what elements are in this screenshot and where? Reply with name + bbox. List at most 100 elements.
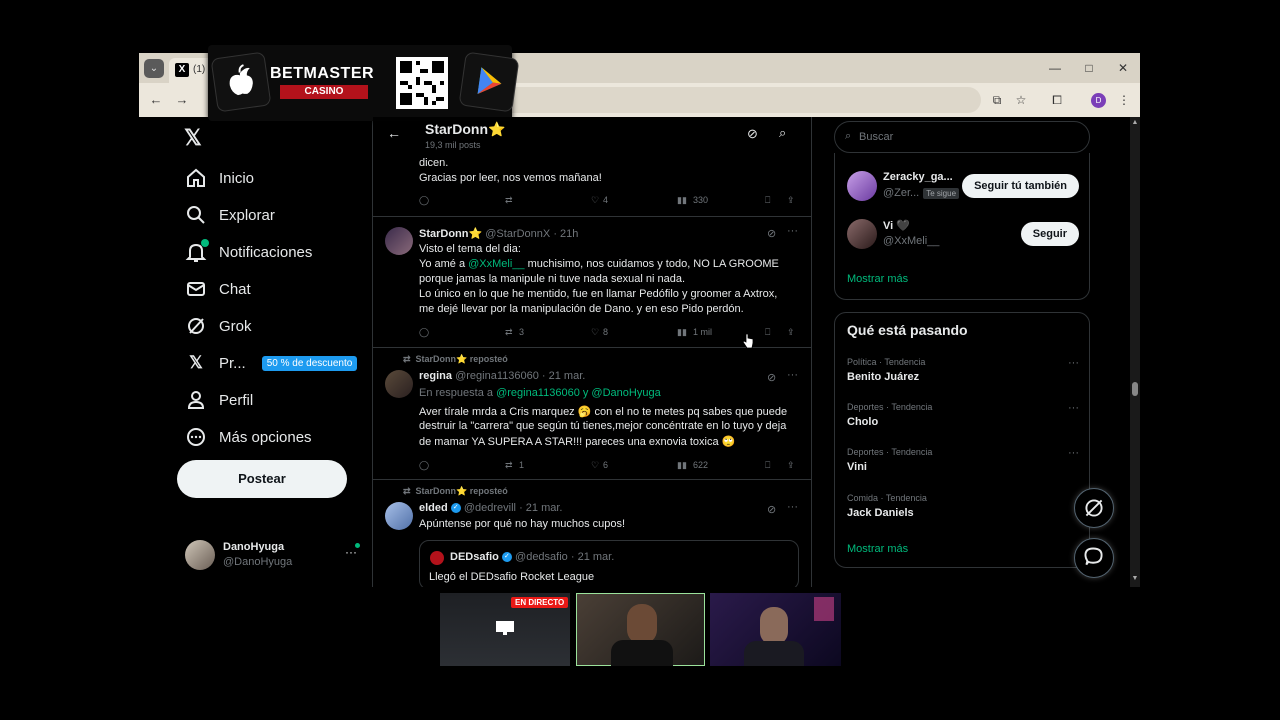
post-button[interactable]: Postear <box>177 460 347 498</box>
quoted-tweet[interactable]: DEDsafio ✓ @dedsafio · 21 mar. Llegó el … <box>419 540 799 587</box>
like-icon[interactable]: ♡ <box>591 460 599 471</box>
share-icon[interactable]: ⇪ <box>787 460 795 471</box>
stream-thumbnail[interactable]: EN DIRECTO <box>440 593 570 666</box>
mention-link[interactable]: @XxMeli__ <box>468 258 524 270</box>
avatar[interactable] <box>385 227 413 255</box>
scrollbar-thumb[interactable] <box>1132 382 1138 396</box>
trend-item[interactable]: Deportes · Tendencia Cholo ··· <box>847 402 1079 436</box>
repost-label: StarDonn⭐ reposteó <box>415 486 508 496</box>
share-icon[interactable]: ⇪ <box>787 195 795 206</box>
more-dots-icon[interactable]: ··· <box>787 369 798 381</box>
maximize-button[interactable]: □ <box>1079 59 1099 77</box>
retweet-icon[interactable]: ⇄ <box>505 460 513 471</box>
more-dots-icon[interactable]: ··· <box>1068 447 1079 459</box>
search-icon[interactable]: ⌕ <box>779 125 786 141</box>
scroll-up-icon[interactable]: ▲ <box>1131 119 1139 126</box>
author-handle[interactable]: @dedrevill <box>464 502 516 514</box>
timestamp[interactable]: · 21h <box>553 228 578 240</box>
reply-icon[interactable]: ◯ <box>419 327 429 338</box>
author-handle[interactable]: @StarDonnX <box>485 228 550 240</box>
grok-icon[interactable]: ⊘ <box>747 126 758 142</box>
tweet[interactable]: ⇄ StarDonn⭐ reposteó regina @regina11360… <box>373 348 811 480</box>
more-dots-icon[interactable]: ··· <box>1068 402 1079 414</box>
author-handle[interactable]: @regina1136060 <box>455 370 539 382</box>
show-more-link[interactable]: Mostrar más <box>847 273 908 285</box>
nav-item-premium[interactable]: 𝕏 Pr... 50 % de descuento <box>185 351 358 375</box>
trend-item[interactable]: Deportes · Tendencia Vini ··· <box>847 447 1079 481</box>
nav-item-chat[interactable]: Chat <box>185 277 251 301</box>
trend-category: Política · Tendencia <box>847 357 926 367</box>
mention-link[interactable]: @regina1136060 y @DanoHyuga <box>496 387 661 399</box>
tweet[interactable]: ⇄ StarDonn⭐ reposteó elded ✓ @dedrevill … <box>373 480 811 587</box>
avatar[interactable] <box>385 370 413 398</box>
nav-item-more[interactable]: Más opciones <box>185 425 312 449</box>
follow-suggestion[interactable]: Vi 🖤 @XxMeli__ Seguir <box>847 217 1079 251</box>
search-input[interactable]: ⌕ Buscar <box>834 121 1090 153</box>
streamer-body <box>611 640 673 666</box>
author-name[interactable]: StarDonn⭐ <box>419 228 482 240</box>
back-arrow-icon[interactable]: ← <box>387 125 401 141</box>
views-icon[interactable]: ▮▮ <box>677 327 687 338</box>
trend-item[interactable]: Política · Tendencia Benito Juárez ··· <box>847 357 1079 391</box>
suggestion-name[interactable]: Vi 🖤 <box>883 219 910 232</box>
close-button[interactable]: ✕ <box>1113 59 1133 77</box>
quote-author-handle: @dedsafio <box>515 551 568 563</box>
author-name[interactable]: regina <box>419 370 452 382</box>
more-dots-icon[interactable]: ··· <box>787 501 798 513</box>
bookmark-icon[interactable]: ⎕ <box>765 195 770 206</box>
timestamp[interactable]: · 21 mar. <box>519 502 562 514</box>
scrollbar[interactable]: ▲ ▼ <box>1130 117 1140 587</box>
show-more-link[interactable]: Mostrar más <box>847 543 908 555</box>
follow-suggestion[interactable]: Zeracky_ga... @Zer... Te sigue Seguir tú … <box>847 169 1079 203</box>
x-logo-icon[interactable]: 𝕏 <box>184 125 202 151</box>
profile-avatar[interactable]: D <box>1091 93 1106 108</box>
webcam-thumbnail[interactable] <box>710 593 841 666</box>
views-icon[interactable]: ▮▮ <box>677 460 687 471</box>
forward-arrow-icon[interactable]: → <box>173 92 191 108</box>
suggestion-name[interactable]: Zeracky_ga... <box>883 171 953 183</box>
tweet[interactable]: StarDonn⭐ @StarDonnX · 21h ⊘ ··· Visto e… <box>373 217 811 348</box>
grok-icon[interactable]: ⊘ <box>767 371 776 384</box>
bookmark-star-icon[interactable]: ☆ <box>1013 92 1029 108</box>
bookmark-icon[interactable]: ⎕ <box>765 460 770 471</box>
reply-icon[interactable]: ◯ <box>419 460 429 471</box>
avatar[interactable] <box>847 219 877 249</box>
share-icon[interactable]: ⇪ <box>787 327 795 338</box>
more-dots-icon[interactable]: ··· <box>1068 357 1079 369</box>
nav-item-grok[interactable]: Grok <box>185 314 252 338</box>
grok-floating-button[interactable] <box>1074 488 1114 528</box>
messages-floating-button[interactable] <box>1074 538 1114 578</box>
grok-icon[interactable]: ⊘ <box>767 227 776 240</box>
retweet-icon[interactable]: ⇄ <box>505 327 513 338</box>
avatar[interactable] <box>847 171 877 201</box>
more-dots-icon[interactable]: ··· <box>787 225 798 237</box>
like-icon[interactable]: ♡ <box>591 327 599 338</box>
account-switcher[interactable]: DanoHyuga @DanoHyuga ··· <box>185 539 365 571</box>
scroll-down-icon[interactable]: ▼ <box>1131 575 1139 582</box>
nav-item-home[interactable]: Inicio <box>185 166 254 190</box>
follow-button[interactable]: Seguir <box>1020 222 1079 246</box>
author-name[interactable]: elded <box>419 502 448 514</box>
like-icon[interactable]: ♡ <box>591 195 599 206</box>
webcam-thumbnail[interactable] <box>576 593 705 666</box>
nav-item-profile[interactable]: Perfil <box>185 388 253 412</box>
tweet[interactable]: dicen. Gracias por leer, nos vemos mañan… <box>373 155 811 217</box>
tab-search-button[interactable]: ⌄ <box>144 59 164 78</box>
minimize-button[interactable]: — <box>1045 59 1065 77</box>
install-app-icon[interactable]: ⧉ <box>989 92 1005 108</box>
bookmark-icon[interactable]: ⎕ <box>765 327 770 338</box>
extensions-icon[interactable]: ⧠ <box>1049 92 1065 108</box>
grok-icon[interactable]: ⊘ <box>767 503 776 516</box>
follow-back-button[interactable]: Seguir tú también <box>962 174 1079 198</box>
nav-item-explore[interactable]: Explorar <box>185 203 275 227</box>
back-arrow-icon[interactable]: ← <box>147 92 165 108</box>
avatar[interactable] <box>385 502 413 530</box>
nav-label: Pr... <box>219 354 246 372</box>
reply-icon[interactable]: ◯ <box>419 195 429 206</box>
trend-item[interactable]: Comida · Tendencia Jack Daniels <box>847 493 1079 527</box>
browser-menu-icon[interactable]: ⋮ <box>1116 92 1132 108</box>
timestamp[interactable]: · 21 mar. <box>542 370 585 382</box>
views-icon[interactable]: ▮▮ <box>677 195 687 206</box>
nav-item-notifications[interactable]: Notificaciones <box>185 239 312 264</box>
retweet-icon[interactable]: ⇄ <box>505 195 513 206</box>
